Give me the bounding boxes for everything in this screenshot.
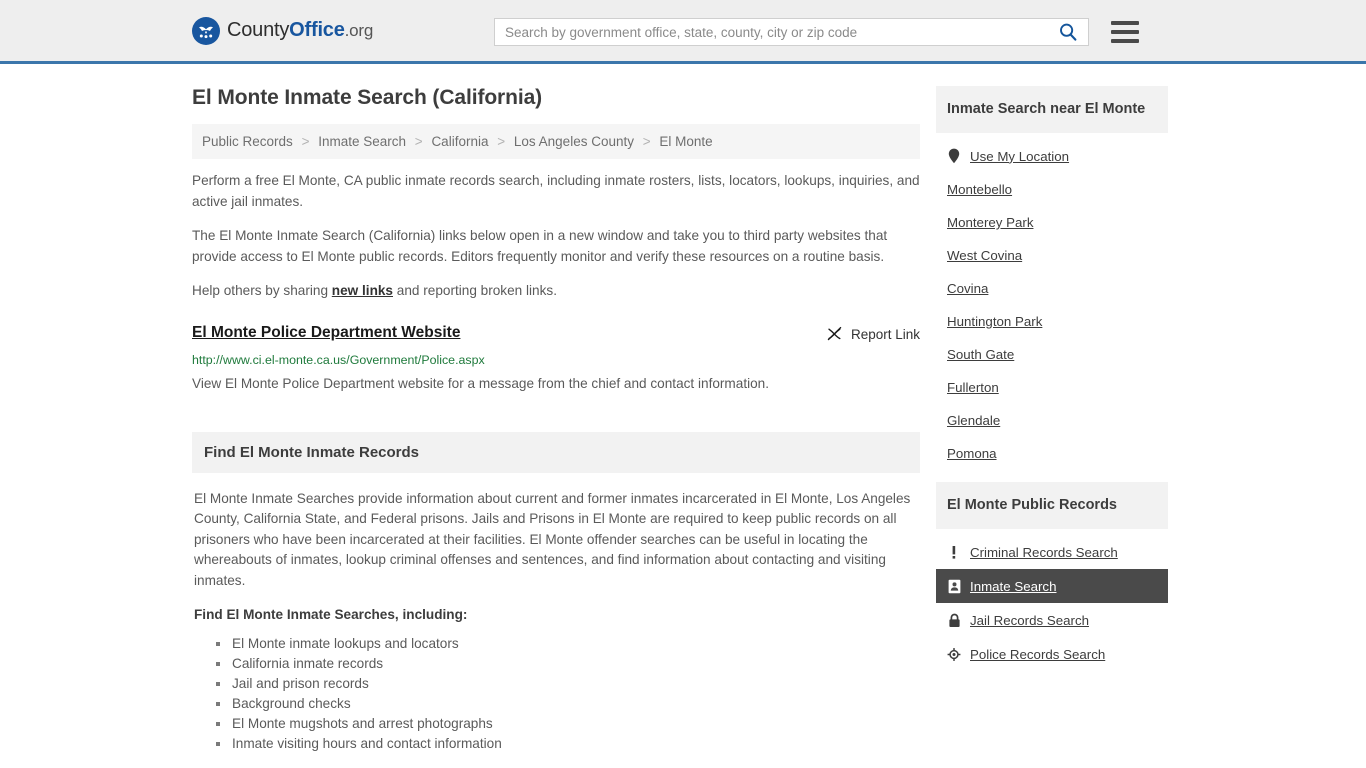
breadcrumb-separator: > — [497, 134, 506, 149]
map-pin-icon — [947, 148, 961, 164]
sidebar-item-police-records-search[interactable]: Police Records Search — [936, 637, 1168, 671]
hamburger-bar — [1111, 21, 1139, 25]
link-result-header: El Monte Police Department Website Repor… — [192, 324, 920, 345]
breadcrumb-item-los-angeles-county[interactable]: Los Angeles County — [514, 134, 634, 149]
report-link-label: Report Link — [850, 327, 920, 342]
link-result-block: El Monte Police Department Website Repor… — [192, 324, 920, 394]
breadcrumb-separator: > — [414, 134, 423, 149]
sidebar-item-fullerton[interactable]: Fullerton — [936, 371, 1168, 404]
sidebar-item-label[interactable]: Inmate Search — [970, 579, 1056, 594]
hamburger-bar — [1111, 30, 1139, 34]
sidebar-item-covina[interactable]: Covina — [936, 272, 1168, 305]
sidebar-item-label[interactable]: South Gate — [947, 347, 1014, 362]
breadcrumb: Public Records > Inmate Search > Califor… — [192, 124, 920, 159]
target-icon — [947, 646, 961, 662]
content-wrapper: El Monte Inmate Search (California) Publ… — [192, 64, 1180, 754]
sidebar-item-label[interactable]: Glendale — [947, 413, 1000, 428]
sidebar-item-glendale[interactable]: Glendale — [936, 404, 1168, 437]
page-title: El Monte Inmate Search (California) — [192, 86, 543, 109]
result-url: http://www.ci.el-monte.ca.us/Government/… — [192, 352, 485, 367]
breadcrumb-item-california[interactable]: California — [431, 134, 488, 149]
list-item: Jail and prison records — [216, 674, 918, 694]
share-links-paragraph: Help others by sharing new links and rep… — [192, 281, 920, 302]
share-text-before: Help others by sharing — [192, 283, 332, 298]
id-card-icon — [947, 578, 961, 594]
sidebar-nearby-heading: Inmate Search near El Monte — [947, 101, 1146, 117]
site-header: CountyOffice.org — [0, 0, 1366, 64]
sidebar-item-huntington-park[interactable]: Huntington Park — [936, 305, 1168, 338]
breadcrumb-item-inmate-search[interactable]: Inmate Search — [318, 134, 406, 149]
logo-text-office: Office — [289, 19, 345, 41]
new-links-link[interactable]: new links — [332, 283, 393, 298]
sidebar-item-label[interactable]: Police Records Search — [970, 647, 1105, 662]
padlock-icon — [947, 612, 961, 628]
breadcrumb-separator: > — [642, 134, 651, 149]
sidebar-item-inmate-search[interactable]: Inmate Search — [936, 569, 1168, 603]
list-item: El Monte inmate lookups and locators — [216, 634, 918, 654]
site-logo[interactable]: CountyOffice.org — [192, 16, 373, 45]
sidebar-item-label[interactable]: Criminal Records Search — [970, 545, 1118, 560]
sidebar-item-label[interactable]: Jail Records Search — [970, 613, 1089, 628]
share-text-after: and reporting broken links. — [393, 283, 557, 298]
sidebar-item-label[interactable]: Monterey Park — [947, 215, 1033, 230]
sidebar-item-label[interactable]: Covina — [947, 281, 988, 296]
sidebar-item-use-my-location[interactable]: Use My Location — [936, 139, 1168, 173]
sidebar-item-monterey-park[interactable]: Monterey Park — [936, 206, 1168, 239]
section-heading: Find El Monte Inmate Records — [204, 443, 420, 461]
hamburger-bar — [1111, 39, 1139, 43]
sidebar-item-label[interactable]: West Covina — [947, 248, 1022, 263]
list-item: El Monte mugshots and arrest photographs — [216, 714, 918, 734]
header-search-area — [494, 18, 1139, 46]
list-item: Inmate visiting hours and contact inform… — [216, 734, 918, 754]
section-sub-heading: Find El Monte Inmate Searches, including… — [194, 607, 468, 622]
sidebar-header-nearby: Inmate Search near El Monte — [936, 86, 1168, 133]
sidebar-public-records-heading: El Monte Public Records — [947, 497, 1117, 513]
breadcrumb-item-public-records[interactable]: Public Records — [202, 134, 293, 149]
sidebar-item-montebello[interactable]: Montebello — [936, 173, 1168, 206]
sidebar-item-label[interactable]: Montebello — [947, 182, 1012, 197]
search-input[interactable] — [503, 23, 1056, 41]
logo-text-county: County — [227, 19, 290, 41]
search-box[interactable] — [494, 18, 1089, 46]
section-body: El Monte Inmate Searches provide informa… — [192, 473, 920, 755]
sidebar-divider — [936, 470, 1168, 482]
sidebar-item-pomona[interactable]: Pomona — [936, 437, 1168, 470]
sidebar-item-criminal-records-search[interactable]: Criminal Records Search — [936, 535, 1168, 569]
sidebar-item-west-covina[interactable]: West Covina — [936, 239, 1168, 272]
breadcrumb-separator: > — [301, 134, 310, 149]
sidebar-item-south-gate[interactable]: South Gate — [936, 338, 1168, 371]
result-title-link[interactable]: El Monte Police Department Website — [192, 324, 460, 342]
exclamation-icon — [947, 544, 961, 560]
section-header-find-records: Find El Monte Inmate Records — [192, 431, 920, 473]
inmate-search-feature-list: El Monte inmate lookups and locators Cal… — [194, 634, 918, 754]
sidebar-public-records-list: Criminal Records Search Inmate Search Ja… — [936, 529, 1168, 671]
page-body: El Monte Inmate Search (California) Publ… — [0, 64, 1366, 754]
result-description: View El Monte Police Department website … — [192, 375, 770, 391]
sidebar: Inmate Search near El Monte Use My Locat… — [936, 86, 1168, 754]
sidebar-nearby-list: Use My Location Montebello Monterey Park… — [936, 133, 1168, 470]
section-paragraph: El Monte Inmate Searches provide informa… — [194, 490, 911, 588]
logo-text-org: .org — [344, 21, 374, 40]
logo-text: CountyOffice.org — [227, 19, 373, 42]
sidebar-item-jail-records-search[interactable]: Jail Records Search — [936, 603, 1168, 637]
sidebar-header-public-records: El Monte Public Records — [936, 482, 1168, 529]
search-icon[interactable] — [1056, 22, 1080, 42]
report-link-button[interactable]: Report Link — [826, 324, 920, 345]
intro-paragraph-2: The El Monte Inmate Search (California) … — [192, 228, 888, 264]
eagle-stars-logo-icon — [192, 16, 220, 45]
list-item: Background checks — [216, 694, 918, 714]
sidebar-item-label[interactable]: Fullerton — [947, 380, 999, 395]
list-item: California inmate records — [216, 654, 918, 674]
intro-paragraph-1: Perform a free El Monte, CA public inmat… — [192, 173, 920, 209]
sidebar-item-label[interactable]: Use My Location — [970, 149, 1069, 164]
hamburger-menu-icon[interactable] — [1111, 21, 1139, 43]
sidebar-item-label[interactable]: Huntington Park — [947, 314, 1042, 329]
sidebar-item-label[interactable]: Pomona — [947, 446, 997, 461]
breadcrumb-item-el-monte[interactable]: El Monte — [659, 134, 712, 149]
broken-link-icon — [826, 325, 843, 345]
main-column: El Monte Inmate Search (California) Publ… — [192, 86, 920, 754]
